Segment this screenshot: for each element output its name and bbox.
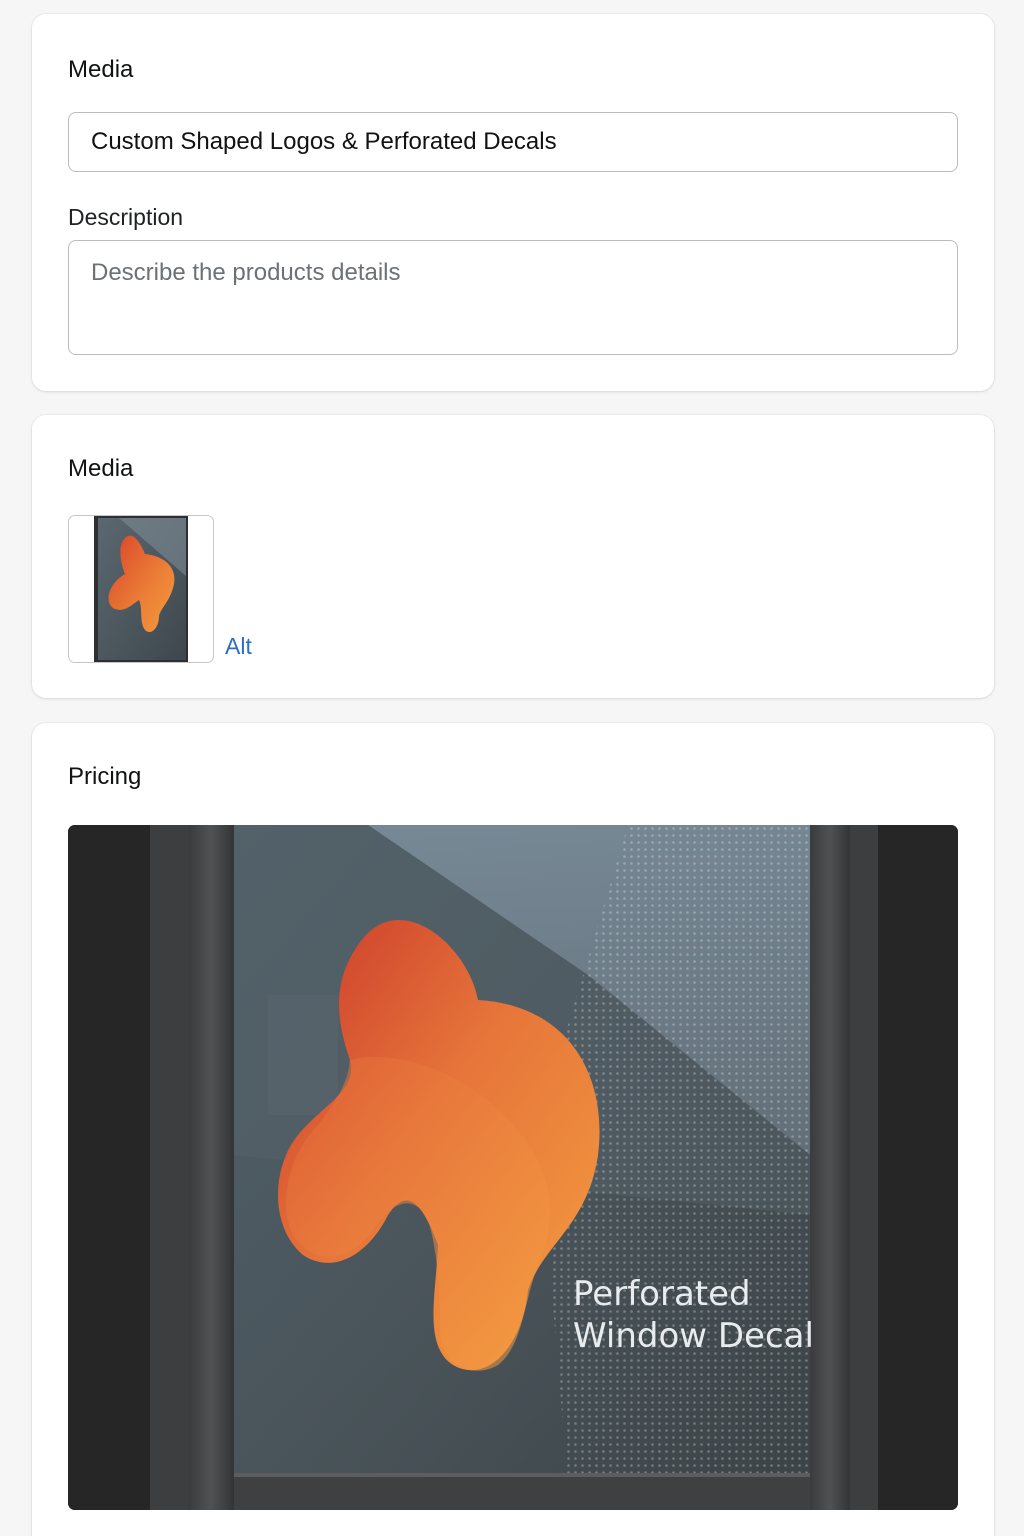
product-image[interactable]: Perforated Window Decal	[68, 825, 958, 1510]
product-title-input[interactable]	[68, 112, 958, 172]
decal-caption-line2: Window Decal	[573, 1316, 814, 1356]
description-textarea[interactable]	[68, 240, 958, 355]
description-label: Description	[68, 204, 184, 230]
card-heading-media-2: Media	[68, 455, 134, 482]
window-decal-thumbnail-icon	[69, 516, 213, 662]
pricing-card: Pricing Perforated Window Decal	[32, 723, 994, 1536]
perforated-window-decal-image: Perforated Window Decal	[68, 825, 958, 1510]
media-thumbnail[interactable]	[68, 515, 214, 663]
media-card: Media Alt	[32, 415, 994, 698]
card-heading-pricing: Pricing	[68, 763, 142, 790]
decal-caption-line1: Perforated	[573, 1274, 751, 1314]
alt-text-link[interactable]: Alt	[225, 633, 252, 660]
product-details-card: Media Description	[32, 14, 994, 391]
card-heading-media: Media	[68, 56, 134, 83]
